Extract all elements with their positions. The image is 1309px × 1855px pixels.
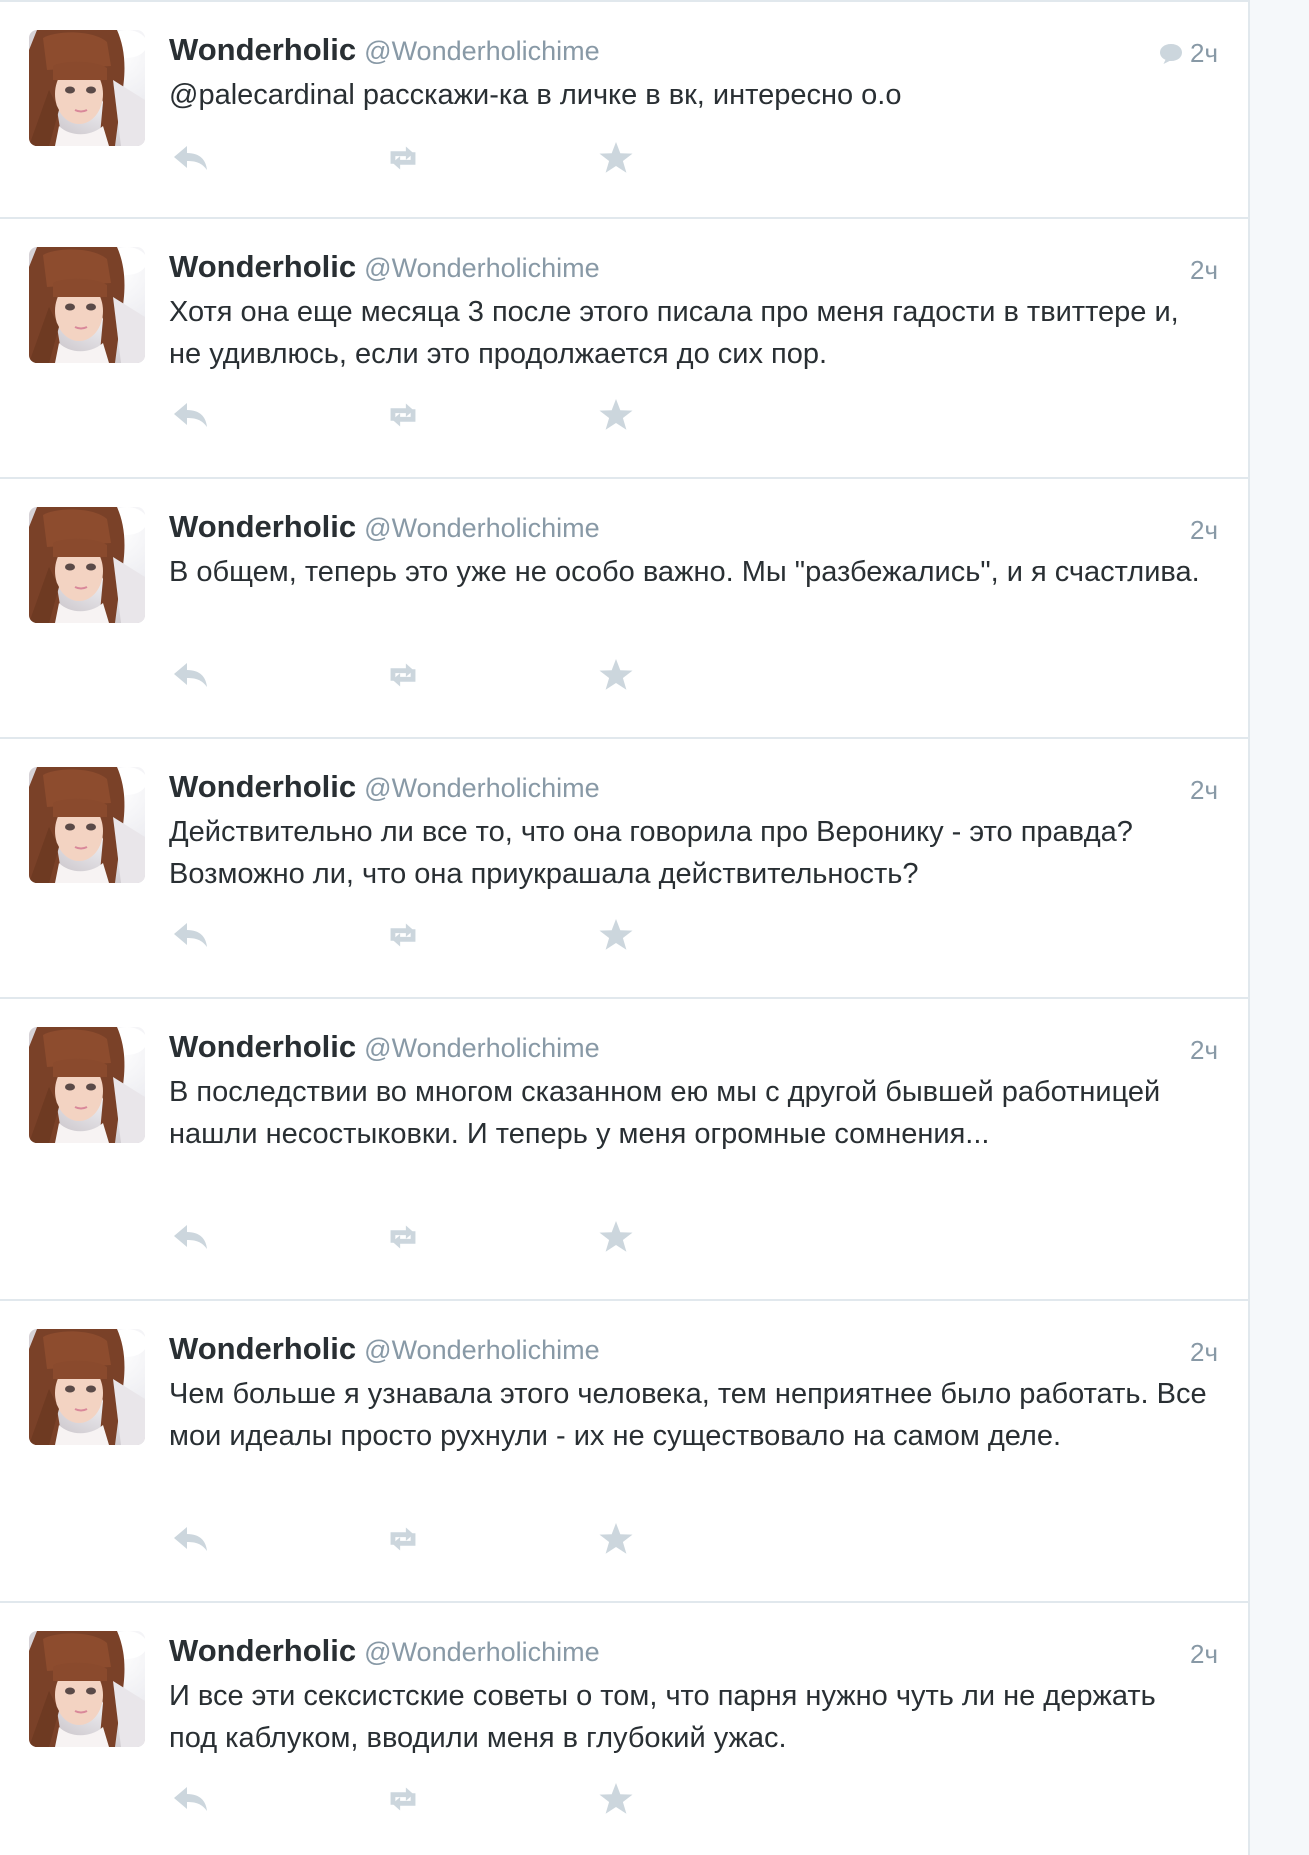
avatar[interactable] — [29, 30, 145, 146]
tweet-meta: 2ч — [1190, 1035, 1218, 1066]
author-fullname[interactable]: Wonderholic — [169, 769, 356, 804]
author-username[interactable]: @Wonderholichime — [364, 36, 600, 66]
author-username[interactable]: @Wonderholichime — [364, 773, 600, 803]
author-username[interactable]: @Wonderholichime — [364, 513, 600, 543]
tweet-timestamp[interactable]: 2ч — [1190, 38, 1218, 69]
tweet-actions — [169, 395, 669, 435]
tweet-text: В общем, теперь это уже не особо важно. … — [169, 556, 1200, 588]
tweet-timestamp[interactable]: 2ч — [1190, 515, 1218, 546]
favorite-star-icon[interactable] — [594, 138, 638, 178]
tweet-meta: 2ч — [1158, 38, 1218, 69]
tweet-timestamp[interactable]: 2ч — [1190, 775, 1218, 806]
author-fullname[interactable]: Wonderholic — [169, 1633, 356, 1668]
tweet-meta: 2ч — [1190, 1337, 1218, 1368]
reply-icon[interactable] — [169, 1779, 213, 1819]
favorite-star-icon[interactable] — [594, 1217, 638, 1257]
favorite-star-icon[interactable] — [594, 655, 638, 695]
tweet[interactable]: Wonderholic @Wonderholichime 2ч Хотя она … — [0, 219, 1248, 479]
tweet-timestamp[interactable]: 2ч — [1190, 1639, 1218, 1670]
avatar[interactable] — [29, 1631, 145, 1747]
reply-icon[interactable] — [169, 395, 213, 435]
tweet-header: Wonderholic @Wonderholichime — [169, 1633, 600, 1669]
tweet-header: Wonderholic @Wonderholichime — [169, 249, 600, 285]
favorite-star-icon[interactable] — [594, 395, 638, 435]
tweet-actions — [169, 1519, 669, 1559]
avatar[interactable] — [29, 1329, 145, 1445]
tweet-timestamp[interactable]: 2ч — [1190, 1337, 1218, 1368]
tweet-text: Действительно ли все то, что она говорил… — [169, 816, 1133, 890]
tweet-header: Wonderholic @Wonderholichime — [169, 32, 600, 68]
reply-icon[interactable] — [169, 915, 213, 955]
retweet-icon[interactable] — [381, 1217, 425, 1257]
reply-icon[interactable] — [169, 1217, 213, 1257]
reply-icon[interactable] — [169, 1519, 213, 1559]
tweet[interactable]: Wonderholic @Wonderholichime 2ч И все эти… — [0, 1603, 1248, 1855]
tweet-text: В последствии во многом сказанном ею мы … — [169, 1076, 1161, 1150]
tweet-actions — [169, 655, 669, 695]
favorite-star-icon[interactable] — [594, 1519, 638, 1559]
timeline: Wonderholic @Wonderholichime 2ч @palecard… — [0, 0, 1250, 1855]
reply-icon[interactable] — [169, 138, 213, 178]
tweet-actions — [169, 1779, 669, 1819]
avatar[interactable] — [29, 507, 145, 623]
tweet-timestamp[interactable]: 2ч — [1190, 255, 1218, 286]
tweet[interactable]: Wonderholic @Wonderholichime 2ч @palecard… — [0, 0, 1248, 219]
avatar[interactable] — [29, 247, 145, 363]
retweet-icon[interactable] — [381, 1779, 425, 1819]
author-username[interactable]: @Wonderholichime — [364, 1033, 600, 1063]
author-username[interactable]: @Wonderholichime — [364, 253, 600, 283]
tweet[interactable]: Wonderholic @Wonderholichime 2ч Действите… — [0, 739, 1248, 999]
tweet[interactable]: Wonderholic @Wonderholichime 2ч Чем больш… — [0, 1301, 1248, 1603]
tweet-header: Wonderholic @Wonderholichime — [169, 769, 600, 805]
tweet-actions — [169, 1217, 669, 1257]
tweet[interactable]: Wonderholic @Wonderholichime 2ч В последс… — [0, 999, 1248, 1301]
tweet-header: Wonderholic @Wonderholichime — [169, 1029, 600, 1065]
tweet-header: Wonderholic @Wonderholichime — [169, 1331, 600, 1367]
tweet-meta: 2ч — [1190, 1639, 1218, 1670]
author-fullname[interactable]: Wonderholic — [169, 1331, 356, 1366]
tweet-header: Wonderholic @Wonderholichime — [169, 509, 600, 545]
retweet-icon[interactable] — [381, 1519, 425, 1559]
tweet-text: И все эти сексистские советы о том, что … — [169, 1680, 1156, 1754]
author-fullname[interactable]: Wonderholic — [169, 32, 356, 67]
avatar[interactable] — [29, 1027, 145, 1143]
reply-icon[interactable] — [169, 655, 213, 695]
author-username[interactable]: @Wonderholichime — [364, 1335, 600, 1365]
retweet-icon[interactable] — [381, 655, 425, 695]
favorite-star-icon[interactable] — [594, 915, 638, 955]
tweet-meta: 2ч — [1190, 515, 1218, 546]
conversation-icon[interactable] — [1158, 42, 1184, 66]
tweet-meta: 2ч — [1190, 775, 1218, 806]
avatar[interactable] — [29, 767, 145, 883]
tweet-text: Чем больше я узнавала этого человека, те… — [169, 1378, 1207, 1452]
tweet[interactable]: Wonderholic @Wonderholichime 2ч В общем, … — [0, 479, 1248, 739]
author-fullname[interactable]: Wonderholic — [169, 509, 356, 544]
retweet-icon[interactable] — [381, 915, 425, 955]
tweet-text: @palecardinal расскажи-ка в личке в вк, … — [169, 79, 902, 111]
retweet-icon[interactable] — [381, 395, 425, 435]
author-username[interactable]: @Wonderholichime — [364, 1637, 600, 1667]
tweet-text: Хотя она еще месяца 3 после этого писала… — [169, 296, 1179, 370]
tweet-timestamp[interactable]: 2ч — [1190, 1035, 1218, 1066]
retweet-icon[interactable] — [381, 138, 425, 178]
tweet-meta: 2ч — [1190, 255, 1218, 286]
favorite-star-icon[interactable] — [594, 1779, 638, 1819]
tweet-actions — [169, 138, 669, 178]
tweet-actions — [169, 915, 669, 955]
author-fullname[interactable]: Wonderholic — [169, 1029, 356, 1064]
author-fullname[interactable]: Wonderholic — [169, 249, 356, 284]
